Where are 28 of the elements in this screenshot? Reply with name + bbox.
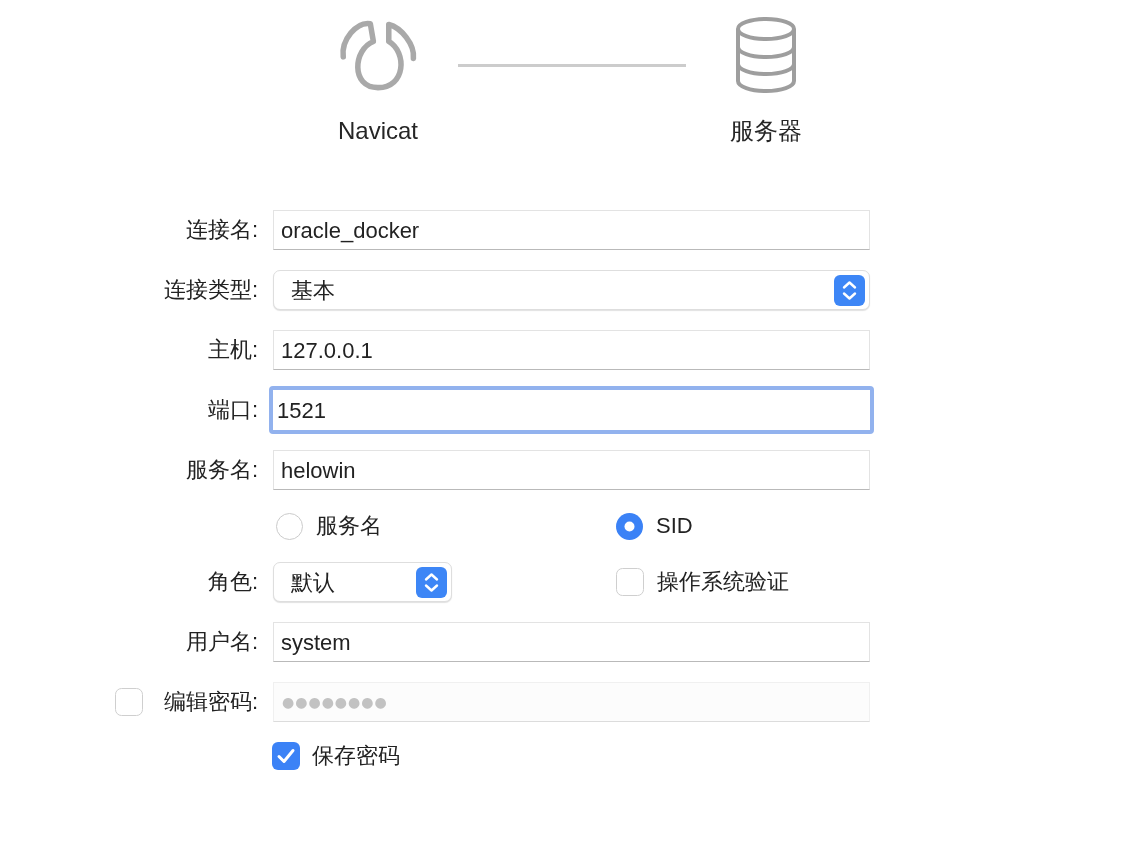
checkbox-label: 操作系统验证 [657,568,789,596]
checkbox[interactable] [616,568,644,596]
field-label: 连接名: [185,216,258,244]
text-field[interactable]: system [273,622,870,662]
text-field[interactable]: oracle_docker [273,210,870,250]
stepper-icon [416,566,447,598]
step-label: Navicat [338,116,418,146]
radio-label: 服务名 [316,512,382,540]
checkbox-label: 保存密码 [312,742,400,770]
select-field[interactable]: 默认 [273,562,452,602]
step-label: 服务器 [730,116,802,146]
text-field[interactable]: 1521 [269,386,874,434]
checkbox[interactable] [272,742,300,770]
radio-label: SID [656,512,693,540]
field-label: 服务名: [185,456,258,484]
field-label: 编辑密码: [163,688,258,716]
text-field[interactable]: 127.0.0.1 [273,330,870,370]
stepper-icon [834,274,865,306]
field-label: 角色: [207,568,258,596]
text-field[interactable]: helowin [273,450,870,490]
radio-button[interactable] [616,512,643,540]
field-label: 端口: [207,396,258,424]
field-label: 用户名: [185,628,258,656]
field-label: 连接类型: [163,276,258,304]
radio-button[interactable] [276,512,303,540]
field-label: 主机: [207,336,258,364]
database-icon [735,16,797,94]
select-field[interactable]: 基本 [273,270,870,310]
